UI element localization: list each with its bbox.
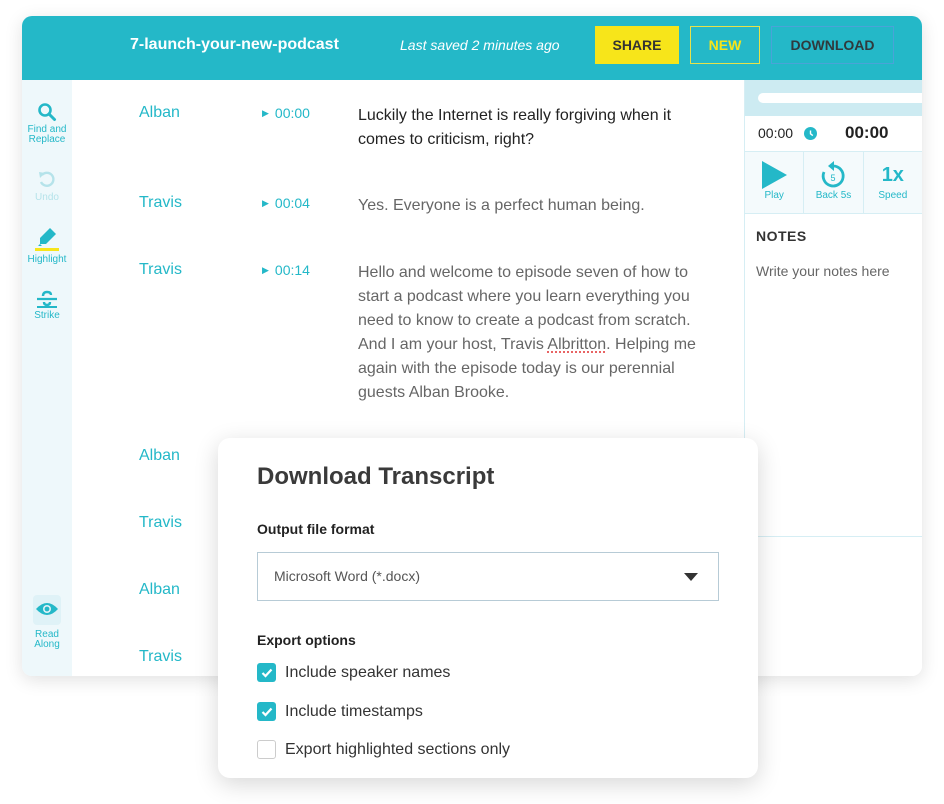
tool-sidebar: Find and Replace Undo Highlight Strike R…	[22, 80, 72, 676]
option-timestamps[interactable]: Include timestamps	[257, 702, 423, 721]
player-panel: 00:00 00:00 Play 5 Back 5s 1x Speed NOTE…	[744, 80, 922, 676]
speaker-name[interactable]: Travis	[139, 194, 182, 212]
checkmark-icon	[261, 668, 272, 678]
back-5s-button[interactable]: 5 Back 5s	[804, 152, 864, 213]
read-along-tool[interactable]: Read Along	[22, 595, 72, 650]
chevron-down-icon	[684, 573, 698, 581]
transcript-text[interactable]: Hello and welcome to episode seven of ho…	[358, 261, 718, 405]
audio-progress-bar[interactable]	[758, 93, 922, 103]
download-transcript-modal: Download Transcript Output file format M…	[218, 438, 758, 778]
speed-value: 1x	[881, 163, 904, 186]
transcript-text[interactable]: Luckily the Internet is really forgiving…	[358, 104, 718, 152]
speed-label: Speed	[878, 190, 908, 201]
new-button[interactable]: NEW	[690, 26, 760, 64]
back-seconds-text: 5	[831, 173, 836, 183]
speaker-name[interactable]: Travis	[139, 648, 182, 666]
notes-heading: NOTES	[756, 228, 807, 244]
undo-icon	[39, 171, 55, 187]
search-icon	[38, 103, 56, 121]
checkbox-checked[interactable]	[257, 702, 276, 721]
export-options-label: Export options	[257, 632, 356, 648]
total-time: 00:00	[845, 123, 889, 142]
speaker-name[interactable]: Travis	[139, 514, 182, 532]
timestamp-value: 00:04	[274, 195, 310, 211]
progress-area	[745, 80, 922, 116]
play-triangle-icon: ▶	[262, 265, 269, 275]
modal-title: Download Transcript	[257, 463, 495, 490]
format-select-value: Microsoft Word (*.docx)	[274, 568, 420, 584]
speaker-name[interactable]: Alban	[139, 447, 180, 465]
undo-label: Undo	[35, 192, 59, 203]
timestamp-value: 00:14	[274, 262, 310, 278]
strike-tool[interactable]: Strike	[22, 290, 72, 321]
notes-input[interactable]	[756, 263, 916, 279]
play-triangle-icon: ▶	[262, 108, 269, 118]
strikethrough-icon	[37, 290, 57, 308]
back-label: Back 5s	[815, 190, 852, 201]
misspelled-word[interactable]: Albritton	[547, 336, 606, 353]
highlight-tool[interactable]: Highlight	[22, 226, 72, 265]
read-along-label-2: Along	[34, 639, 60, 650]
speaker-name[interactable]: Alban	[139, 581, 180, 599]
panel-divider	[745, 536, 922, 537]
timestamp-value: 00:00	[274, 105, 310, 121]
format-select[interactable]: Microsoft Word (*.docx)	[257, 552, 719, 601]
format-label: Output file format	[257, 521, 375, 537]
speaker-name[interactable]: Travis	[139, 261, 182, 279]
play-label: Play	[764, 190, 784, 201]
find-replace-tool[interactable]: Find and Replace	[22, 102, 72, 145]
timestamp-link[interactable]: ▶ 00:00	[262, 105, 310, 121]
option-speaker-names[interactable]: Include speaker names	[257, 663, 450, 682]
rewind-icon: 5	[822, 161, 846, 188]
document-title[interactable]: 7-launch-your-new-podcast	[130, 36, 339, 54]
play-icon	[762, 161, 788, 189]
eye-icon	[36, 602, 58, 615]
download-button[interactable]: DOWNLOAD	[771, 26, 894, 64]
option-label: Export highlighted sections only	[285, 740, 511, 758]
option-label: Include timestamps	[285, 702, 423, 720]
play-triangle-icon: ▶	[262, 198, 269, 208]
play-button[interactable]: Play	[745, 152, 805, 213]
transcript-text[interactable]: Yes. Everyone is a perfect human being.	[358, 194, 718, 218]
checkmark-icon	[261, 707, 272, 717]
speed-button[interactable]: 1x Speed	[864, 152, 922, 213]
checkbox-checked[interactable]	[257, 663, 276, 682]
highlighter-icon	[35, 228, 59, 251]
highlight-label: Highlight	[27, 254, 67, 265]
top-bar: 7-launch-your-new-podcast Last saved 2 m…	[22, 16, 922, 80]
checkbox-unchecked[interactable]	[257, 740, 276, 759]
save-status: Last saved 2 minutes ago	[400, 37, 560, 53]
option-highlighted-only[interactable]: Export highlighted sections only	[257, 740, 510, 759]
option-label: Include speaker names	[285, 663, 451, 681]
timestamp-link[interactable]: ▶ 00:04	[262, 195, 310, 211]
player-controls: Play 5 Back 5s 1x Speed	[745, 152, 922, 214]
clock-icon	[804, 127, 817, 140]
strike-label: Strike	[34, 310, 60, 321]
time-row: 00:00 00:00	[745, 116, 922, 152]
find-replace-label-2: Replace	[28, 134, 66, 145]
undo-tool[interactable]: Undo	[22, 170, 72, 203]
timestamp-link[interactable]: ▶ 00:14	[262, 262, 310, 278]
share-button[interactable]: SHARE	[595, 26, 679, 64]
speaker-name[interactable]: Alban	[139, 104, 180, 122]
current-time: 00:00	[758, 125, 794, 141]
